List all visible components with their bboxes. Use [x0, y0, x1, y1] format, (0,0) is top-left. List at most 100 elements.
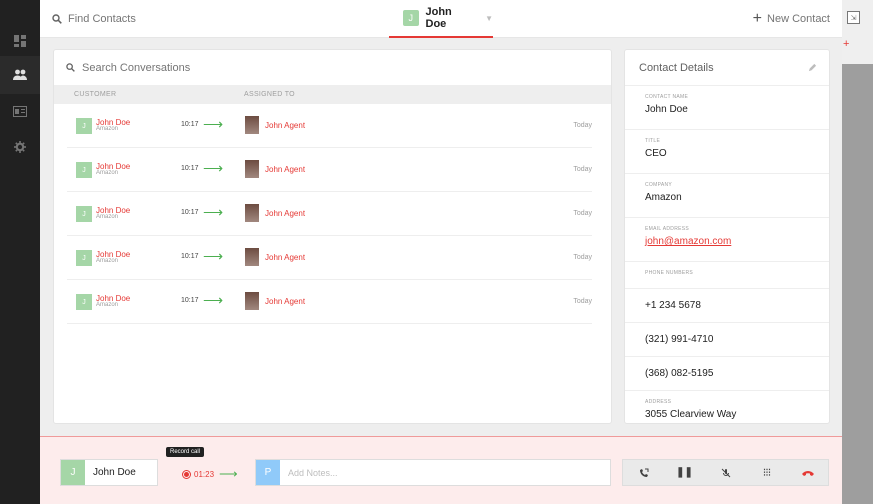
top-bar: Find Contacts J John Doe ▼ + New Contact — [40, 0, 842, 38]
find-contacts-placeholder: Find Contacts — [68, 13, 136, 25]
conversation-time: 10:17 — [181, 121, 199, 128]
arrow-right-icon: ⟶ — [203, 248, 224, 264]
new-contact-label: New Contact — [767, 13, 830, 25]
call-duration: 01:23 — [194, 469, 215, 479]
conversation-date: Today — [573, 298, 592, 305]
field-value[interactable]: 3055 Clearview Way — [645, 409, 829, 420]
panel-toggle-icon[interactable]: ⇲ — [847, 11, 860, 24]
conversation-time: 10:17 — [181, 165, 199, 172]
caller-avatar: J — [61, 460, 85, 485]
find-contacts-search[interactable]: Find Contacts — [52, 0, 136, 38]
table-row[interactable]: J John Doe Amazon 10:17 ⟶ John Agent Tod… — [67, 236, 592, 280]
settings-gear-icon[interactable] — [0, 128, 40, 166]
new-contact-button[interactable]: + New Contact — [753, 0, 830, 38]
add-notes-input[interactable]: P Add Notes... — [255, 459, 611, 486]
id-card-icon[interactable] — [0, 92, 40, 130]
arrow-right-icon: ⟶ — [203, 204, 224, 220]
edit-pencil-icon[interactable] — [808, 63, 817, 72]
email-field: EMAIL ADDRESS john@amazon.com — [625, 218, 829, 262]
arrow-right-icon: ⟶ — [203, 116, 224, 132]
search-conversations-input[interactable]: Search Conversations — [54, 50, 611, 86]
record-icon — [182, 469, 191, 479]
end-call-button[interactable] — [787, 460, 828, 485]
field-label: ADDRESS — [645, 399, 672, 405]
table-row[interactable]: J John Doe Amazon 10:17 ⟶ John Agent Tod… — [67, 280, 592, 324]
record-call-button[interactable]: 01:23 ⟶ — [182, 466, 238, 482]
phone-numbers-label-row: PHONE NUMBERS — [625, 262, 829, 289]
record-call-tooltip: Record call — [166, 447, 205, 457]
transfer-call-button[interactable] — [623, 460, 664, 485]
agent-name[interactable]: John Agent — [265, 297, 305, 306]
table-row[interactable]: J John Doe Amazon 10:17 ⟶ John Agent Tod… — [67, 104, 592, 148]
contacts-icon[interactable] — [0, 56, 40, 94]
field-label: EMAIL ADDRESS — [645, 226, 690, 232]
contact-details-header: Contact Details — [625, 50, 829, 86]
conversations-list: J John Doe Amazon 10:17 ⟶ John Agent Tod… — [67, 104, 592, 324]
contact-tab-name: John Doe — [425, 6, 452, 30]
hang-up-icon — [801, 470, 814, 476]
email-link[interactable]: john@amazon.com — [645, 236, 829, 247]
keypad-button[interactable]: ⁝⁝⁝ — [746, 460, 787, 485]
customer-company: Amazon — [96, 170, 119, 176]
column-header-customer: CUSTOMER — [74, 91, 117, 98]
mute-mic-icon — [721, 468, 730, 477]
caller-name: John Doe — [93, 467, 136, 478]
field-label: PHONE NUMBERS — [645, 270, 694, 276]
conversation-date: Today — [573, 122, 592, 129]
call-controls: ❚❚ ⁝⁝⁝ — [622, 459, 829, 486]
search-icon — [52, 14, 62, 24]
phone-number[interactable]: +1 234 5678 — [625, 289, 829, 323]
phone-number[interactable]: (368) 082-5195 — [625, 357, 829, 391]
hold-button[interactable]: ❚❚ — [664, 460, 705, 485]
agent-name[interactable]: John Agent — [265, 121, 305, 130]
chevron-down-icon[interactable]: ▼ — [485, 14, 493, 23]
customer-company: Amazon — [96, 258, 119, 264]
conversation-date: Today — [573, 254, 592, 261]
customer-company: Amazon — [96, 214, 119, 220]
plus-icon: + — [752, 10, 763, 27]
agent-avatar — [245, 292, 259, 310]
customer-avatar: J — [76, 162, 92, 178]
field-label: TITLE — [645, 138, 661, 144]
table-row[interactable]: J John Doe Amazon 10:17 ⟶ John Agent Tod… — [67, 192, 592, 236]
arrow-right-icon: ⟶ — [203, 292, 224, 308]
caller-info[interactable]: J John Doe — [60, 459, 158, 486]
phone-number[interactable]: (321) 991-4710 — [625, 323, 829, 357]
mute-button[interactable] — [705, 460, 746, 485]
agent-avatar — [245, 204, 259, 222]
nav-sidebar — [0, 0, 40, 504]
conversations-panel: Search Conversations CUSTOMER ASSIGNED T… — [53, 49, 612, 424]
plus-icon[interactable]: + — [843, 38, 849, 50]
conversations-table-header: CUSTOMER ASSIGNED TO — [54, 86, 611, 104]
field-label: COMPANY — [645, 182, 673, 188]
notes-avatar: P — [256, 460, 280, 485]
active-contact-tab[interactable]: J John Doe ▼ — [389, 0, 493, 38]
customer-avatar: J — [76, 294, 92, 310]
active-call-bar: J John Doe Record call 01:23 ⟶ P Add Not… — [40, 436, 842, 504]
contact-details-panel: Contact Details CONTACT NAME John Doe TI… — [624, 49, 830, 424]
column-header-assigned-to: ASSIGNED TO — [244, 91, 295, 98]
agent-name[interactable]: John Agent — [265, 253, 305, 262]
customer-company: Amazon — [96, 302, 119, 308]
customer-avatar: J — [76, 118, 92, 134]
field-value[interactable]: CEO — [645, 148, 829, 159]
right-edge-panel: ⇲ + — [842, 0, 873, 504]
conversation-time: 10:17 — [181, 209, 199, 216]
table-row[interactable]: J John Doe Amazon 10:17 ⟶ John Agent Tod… — [67, 148, 592, 192]
conversation-date: Today — [573, 166, 592, 173]
search-icon — [66, 63, 75, 72]
customer-avatar: J — [76, 206, 92, 222]
agent-name[interactable]: John Agent — [265, 209, 305, 218]
conversation-date: Today — [573, 210, 592, 217]
address-field: ADDRESS 3055 Clearview Way — [625, 391, 829, 423]
field-value[interactable]: John Doe — [645, 104, 829, 115]
field-value[interactable]: Amazon — [645, 192, 829, 203]
agent-name[interactable]: John Agent — [265, 165, 305, 174]
dashboard-icon[interactable] — [0, 22, 40, 60]
title-field: TITLE CEO — [625, 130, 829, 174]
contact-details-title: Contact Details — [639, 61, 714, 74]
contact-avatar: J — [403, 10, 419, 26]
arrow-right-icon: ⟶ — [203, 160, 224, 176]
agent-avatar — [245, 248, 259, 266]
customer-company: Amazon — [96, 126, 119, 132]
